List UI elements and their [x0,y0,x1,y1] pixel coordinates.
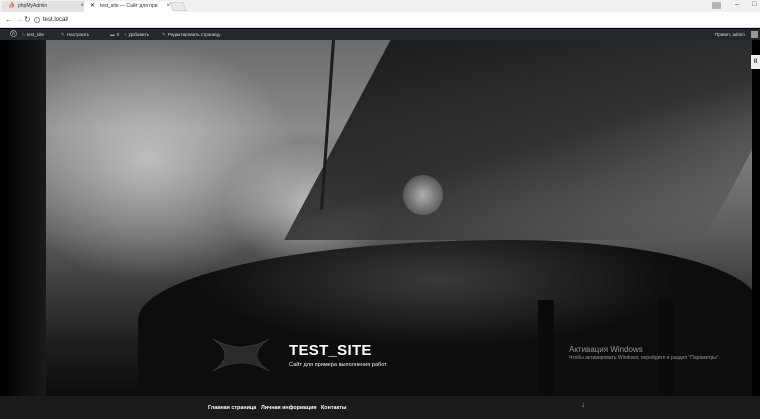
brush-icon: ✎ [61,32,65,37]
comment-icon: ▬ [110,32,115,37]
reload-icon[interactable]: ↻ [24,15,31,25]
tab-test-site[interactable]: ✕ test_site — Сайт для при × [84,1,174,12]
site-navigation: Главная страница Личная информация Конта… [0,396,760,419]
dashboard-icon: ⌂ [22,32,25,37]
watermark-title: Активация Windows [569,345,643,354]
back-icon[interactable]: ← [5,15,13,25]
new-tab-button[interactable] [169,2,187,11]
admin-bar-comments[interactable]: ▬ 0 [110,29,119,40]
tab-phpmyadmin[interactable]: ⛵ phpMyAdmin × [2,1,88,12]
scroll-down-icon[interactable]: ↓ [581,400,585,409]
url-text: test.local/ [43,17,69,23]
hero-header-image: TEST_SITE Сайт для примера выполнения ра… [8,40,752,396]
admin-bar-account[interactable]: Привет, admin [715,29,745,40]
svg-text:W: W [11,31,16,36]
profile-icon[interactable] [712,2,721,9]
nav-contacts[interactable]: Контакты [321,405,346,411]
forward-icon[interactable]: → [15,15,23,25]
site-title[interactable]: TEST_SITE [289,342,372,359]
address-bar: ← → ↻ i test.local/ [0,12,760,28]
url-input[interactable]: i test.local/ [34,14,760,26]
tab-title: test_site — Сайт для при [100,3,158,9]
windows-activation-watermark: Активация Windows Чтобы активировать Win… [569,345,720,361]
plus-icon: + [124,32,127,37]
wp-admin-bar: W ⌂ test_site ✎ Настроить ▬ 0 + Добавить ✎ Ре… [0,29,760,40]
admin-bar-edit-page[interactable]: ✎ Редактировать страницу [162,29,220,40]
nav-home[interactable]: Главная страница [208,405,256,411]
wordpress-logo-icon[interactable]: W [10,29,17,40]
avatar[interactable] [751,31,758,38]
tab-title: phpMyAdmin [18,3,48,9]
minimize-icon[interactable]: – [735,1,739,8]
admin-bar-add-new[interactable]: + Добавить [124,29,149,40]
admin-bar-site-name[interactable]: ⌂ test_site [22,29,44,40]
info-icon[interactable]: i [34,17,40,23]
browser-tab-strip: ⛵ phpMyAdmin × ✕ test_site — Сайт для пр… [0,0,760,12]
site-logo-icon[interactable] [211,337,271,373]
piano-lid [284,40,752,240]
x-logo-icon: ✕ [90,3,96,9]
pencil-icon: ✎ [162,32,166,37]
maximize-icon[interactable]: □ [752,1,756,8]
watermark-subtitle: Чтобы активировать Windows, перейдите в … [569,355,721,361]
site-description: Сайт для примера выполнения работ [289,362,387,368]
nav-personal-info[interactable]: Личная информация [261,405,317,411]
sailboat-icon: ⛵ [8,3,16,9]
admin-bar-customize[interactable]: ✎ Настроить [61,29,89,40]
pause-video-button[interactable]: II [751,55,760,69]
